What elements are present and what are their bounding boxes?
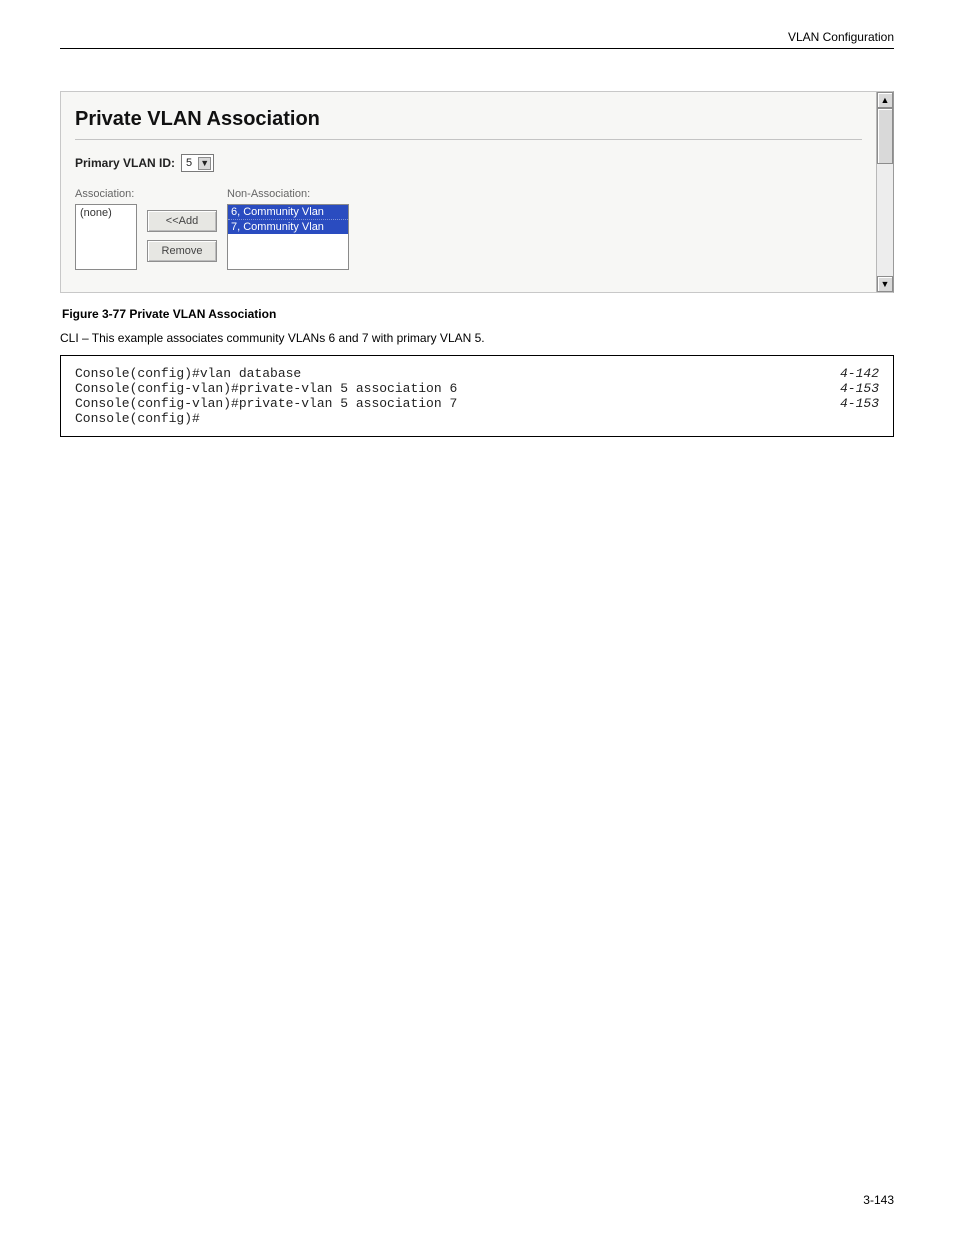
page-header: VLAN Configuration bbox=[60, 30, 894, 49]
association-column: Association: (none) bbox=[75, 188, 137, 270]
code-line: Console(config-vlan)#private-vlan 5 asso… bbox=[75, 396, 879, 411]
figure-caption: Figure 3-77 Private VLAN Association bbox=[62, 307, 894, 321]
scrollbar-track[interactable] bbox=[877, 164, 893, 276]
non-association-label: Non-Association: bbox=[227, 188, 349, 200]
code-cmd: Console(config-vlan)#private-vlan 5 asso… bbox=[75, 381, 457, 396]
non-association-listbox[interactable]: 6, Community Vlan 7, Community Vlan bbox=[227, 204, 349, 270]
code-ref: 4-153 bbox=[840, 396, 879, 411]
scroll-down-icon[interactable]: ▼ bbox=[877, 276, 893, 292]
primary-vlan-label: Primary VLAN ID: bbox=[75, 156, 175, 170]
scroll-up-icon[interactable]: ▲ bbox=[877, 92, 893, 108]
screenshot-panel: Private VLAN Association Primary VLAN ID… bbox=[60, 91, 894, 293]
association-listbox[interactable]: (none) bbox=[75, 204, 137, 270]
list-item[interactable]: 7, Community Vlan bbox=[228, 219, 348, 234]
vertical-scrollbar[interactable]: ▲ ▼ bbox=[876, 92, 893, 292]
code-cmd: Console(config)#vlan database bbox=[75, 366, 301, 381]
chevron-down-icon: ▼ bbox=[198, 157, 211, 170]
primary-vlan-value: 5 bbox=[186, 157, 192, 169]
scrollbar-thumb[interactable] bbox=[877, 108, 893, 164]
list-item[interactable]: 6, Community Vlan bbox=[228, 205, 348, 219]
code-line: Console(config)#vlan database 4-142 bbox=[75, 366, 879, 381]
code-ref: 4-153 bbox=[840, 381, 879, 396]
add-button[interactable]: <<Add bbox=[147, 210, 217, 232]
primary-vlan-select[interactable]: 5 ▼ bbox=[181, 154, 214, 172]
code-ref: 4-142 bbox=[840, 366, 879, 381]
cli-caption: CLI – This example associates community … bbox=[60, 331, 894, 345]
cli-code-block: Console(config)#vlan database 4-142 Cons… bbox=[60, 355, 894, 437]
list-item: (none) bbox=[80, 207, 132, 219]
panel-title: Private VLAN Association bbox=[75, 102, 862, 140]
remove-button[interactable]: Remove bbox=[147, 240, 217, 262]
footer-right: 3-143 bbox=[863, 1193, 894, 1207]
code-cmd: Console(config)# bbox=[75, 411, 200, 426]
code-cmd: Console(config-vlan)#private-vlan 5 asso… bbox=[75, 396, 457, 411]
non-association-column: Non-Association: 6, Community Vlan 7, Co… bbox=[227, 188, 349, 270]
code-line: Console(config)# bbox=[75, 411, 879, 426]
code-line: Console(config-vlan)#private-vlan 5 asso… bbox=[75, 381, 879, 396]
page-header-right: VLAN Configuration bbox=[788, 30, 894, 44]
association-label: Association: bbox=[75, 188, 137, 200]
page-footer: 3-143 bbox=[60, 1193, 894, 1207]
